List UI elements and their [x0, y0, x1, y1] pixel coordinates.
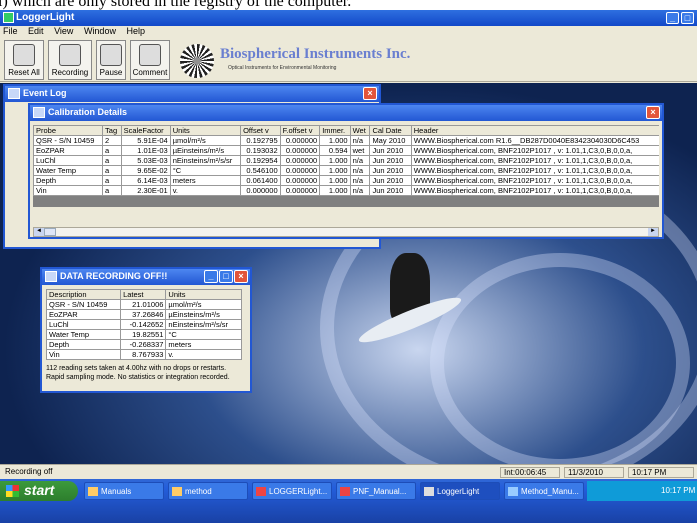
table-row[interactable]: EoZPAR a 1.01E-03 µEinsteins/m²/s 0.193032 0.… — [33, 145, 659, 156]
event-log-icon — [8, 88, 20, 99]
menu-edit[interactable]: Edit — [28, 26, 44, 36]
table-row: QSR - S/N 10459 21.01006 µmol/m²/s — [45, 299, 242, 310]
recording-titlebar: DATA RECORDING OFF!! _ □ × — [42, 269, 250, 285]
status-time: 10:17 PM — [628, 467, 694, 478]
pause-icon — [100, 44, 122, 66]
table-row[interactable]: Vin a 2.30E-01 v. 0.000000 0.000000 1.000 n/a Ju… — [33, 185, 659, 196]
taskbar-item-loggerlight-doc[interactable]: LOGGERLight... — [252, 482, 332, 500]
table-row: Vin 8.767933 v. — [45, 349, 242, 360]
status-text: Recording off — [5, 467, 53, 476]
table-row[interactable]: Water Temp a 9.65E-02 °C 0.546100 0.000000 1.0… — [33, 165, 659, 176]
calibration-table: Probe Tag ScaleFactor Units Offset v F.o… — [33, 125, 659, 196]
calibration-icon — [33, 107, 45, 118]
status-date: 11/3/2010 — [564, 467, 624, 478]
table-row: EoZPAR 37.26846 µEinsteins/m²/s — [45, 309, 242, 320]
table-row[interactable]: Depth a 6.14E-03 meters 0.061400 0.000000 1.00… — [33, 175, 659, 186]
horizontal-scrollbar[interactable]: ◄ ► — [33, 227, 659, 237]
status-bar: Recording off Int:00:06:45 11/3/2010 10:… — [0, 464, 697, 479]
taskbar-item-manuals[interactable]: Manuals — [84, 482, 164, 500]
word-icon — [508, 487, 518, 496]
taskbar-item-method-manual[interactable]: Method_Manu... — [504, 482, 584, 500]
taskbar-item-loggerlight[interactable]: LoggerLight — [420, 482, 500, 500]
scroll-thumb[interactable] — [44, 228, 56, 236]
calibration-window[interactable]: Calibration Details × Probe Tag ScaleFac… — [28, 103, 664, 239]
recording-maximize-icon[interactable]: □ — [219, 270, 233, 283]
reset-icon — [13, 44, 35, 66]
taskbar-item-method[interactable]: method — [168, 482, 248, 500]
app-title: LoggerLight — [16, 12, 75, 23]
table-row: LuChl -0.142652 nEinsteins/m²/s/sr — [45, 319, 242, 330]
col-header[interactable]: Header — [410, 125, 659, 136]
system-tray: 10:17 PM — [587, 481, 697, 501]
start-button[interactable]: start — [0, 481, 78, 501]
table-header-row: Probe Tag ScaleFactor Units Offset v F.o… — [33, 125, 659, 136]
menu-file[interactable]: File — [3, 26, 18, 36]
event-log-close-icon[interactable]: × — [363, 87, 377, 100]
col-rec-units: Units — [165, 289, 242, 300]
table-row: Water Temp 19.82551 °C — [45, 329, 242, 340]
recording-button[interactable]: Recording — [48, 40, 92, 80]
brand-tagline: Optical Instruments for Environmental Mo… — [228, 65, 337, 71]
recording-icon — [45, 271, 57, 282]
col-units[interactable]: Units — [169, 125, 242, 136]
col-immer[interactable]: Immer. — [319, 125, 351, 136]
reset-all-button[interactable]: Reset All — [4, 40, 44, 80]
col-tag[interactable]: Tag — [102, 125, 122, 136]
app-icon — [424, 487, 434, 496]
recording-table: Description Latest Units QSR - S/N 10459… — [45, 289, 242, 360]
col-caldate[interactable]: Cal Date — [369, 125, 412, 136]
col-wet[interactable]: Wet — [349, 125, 371, 136]
table-row[interactable]: QSR - S/N 10459 2 5.91E-04 µmol/m²/s 0.19279… — [33, 135, 659, 146]
brand-name: Biospherical Instruments Inc. — [220, 46, 411, 62]
record-icon — [59, 44, 81, 66]
clipped-caption: l) which are only stored in the registry… — [0, 0, 697, 10]
maximize-icon[interactable]: □ — [681, 12, 694, 24]
taskbar-item-pnf-manual[interactable]: PNF_Manual... — [336, 482, 416, 500]
table-row[interactable]: LuChl a 5.03E-03 nEinsteins/m²/s/sr 0.192954… — [33, 155, 659, 166]
status-interval: Int:00:06:45 — [500, 467, 560, 478]
table-row: Depth -0.268337 meters — [45, 339, 242, 350]
pause-button[interactable]: Pause — [96, 40, 126, 80]
toolbar: Reset All Recording Pause Comment Biosph… — [0, 38, 697, 82]
col-probe[interactable]: Probe — [33, 125, 104, 136]
windows-logo-icon — [6, 485, 19, 497]
menu-help[interactable]: Help — [126, 26, 145, 36]
folder-icon — [88, 487, 98, 496]
minimize-icon[interactable]: _ — [666, 12, 679, 24]
app-icon — [3, 12, 14, 23]
calibration-close-icon[interactable]: × — [646, 106, 660, 119]
pdf-icon — [256, 487, 266, 496]
event-log-titlebar: Event Log × — [5, 86, 379, 102]
wave-shape — [430, 253, 690, 464]
col-offset[interactable]: Offset v — [240, 125, 281, 136]
app-titlebar: LoggerLight _ □ — [0, 10, 697, 26]
folder-icon — [172, 487, 182, 496]
col-foffset[interactable]: F.offset v — [279, 125, 321, 136]
tray-clock: 10:17 PM — [661, 486, 696, 495]
recording-note-2: Rapid sampling mode. No statistics or in… — [46, 374, 230, 381]
menu-window[interactable]: Window — [84, 26, 116, 36]
recording-window[interactable]: DATA RECORDING OFF!! _ □ × Description L… — [40, 267, 252, 393]
taskbar: start Manuals method LOGGERLight... PNF_… — [0, 479, 697, 523]
pdf-icon — [340, 487, 350, 496]
col-description: Description — [45, 289, 122, 300]
recording-notes: 112 reading sets taken at 4.00hz with no… — [46, 364, 250, 382]
col-scale[interactable]: ScaleFactor — [120, 125, 171, 136]
recording-minimize-icon[interactable]: _ — [204, 270, 218, 283]
comment-button[interactable]: Comment — [130, 40, 170, 80]
scroll-right-icon[interactable]: ► — [648, 228, 658, 236]
calibration-titlebar: Calibration Details × — [30, 105, 662, 121]
recording-note-1: 112 reading sets taken at 4.00hz with no… — [46, 365, 227, 372]
menu-bar: File Edit View Window Help — [0, 26, 697, 38]
scroll-left-icon[interactable]: ◄ — [34, 228, 44, 236]
calibration-grid-area: Probe Tag ScaleFactor Units Offset v F.o… — [33, 125, 659, 207]
comment-icon — [139, 44, 161, 66]
menu-view[interactable]: View — [54, 26, 73, 36]
recording-close-icon[interactable]: × — [234, 270, 248, 283]
col-latest: Latest — [120, 289, 167, 300]
table-header-row: Description Latest Units — [45, 289, 242, 300]
biospherical-logo — [180, 44, 214, 78]
